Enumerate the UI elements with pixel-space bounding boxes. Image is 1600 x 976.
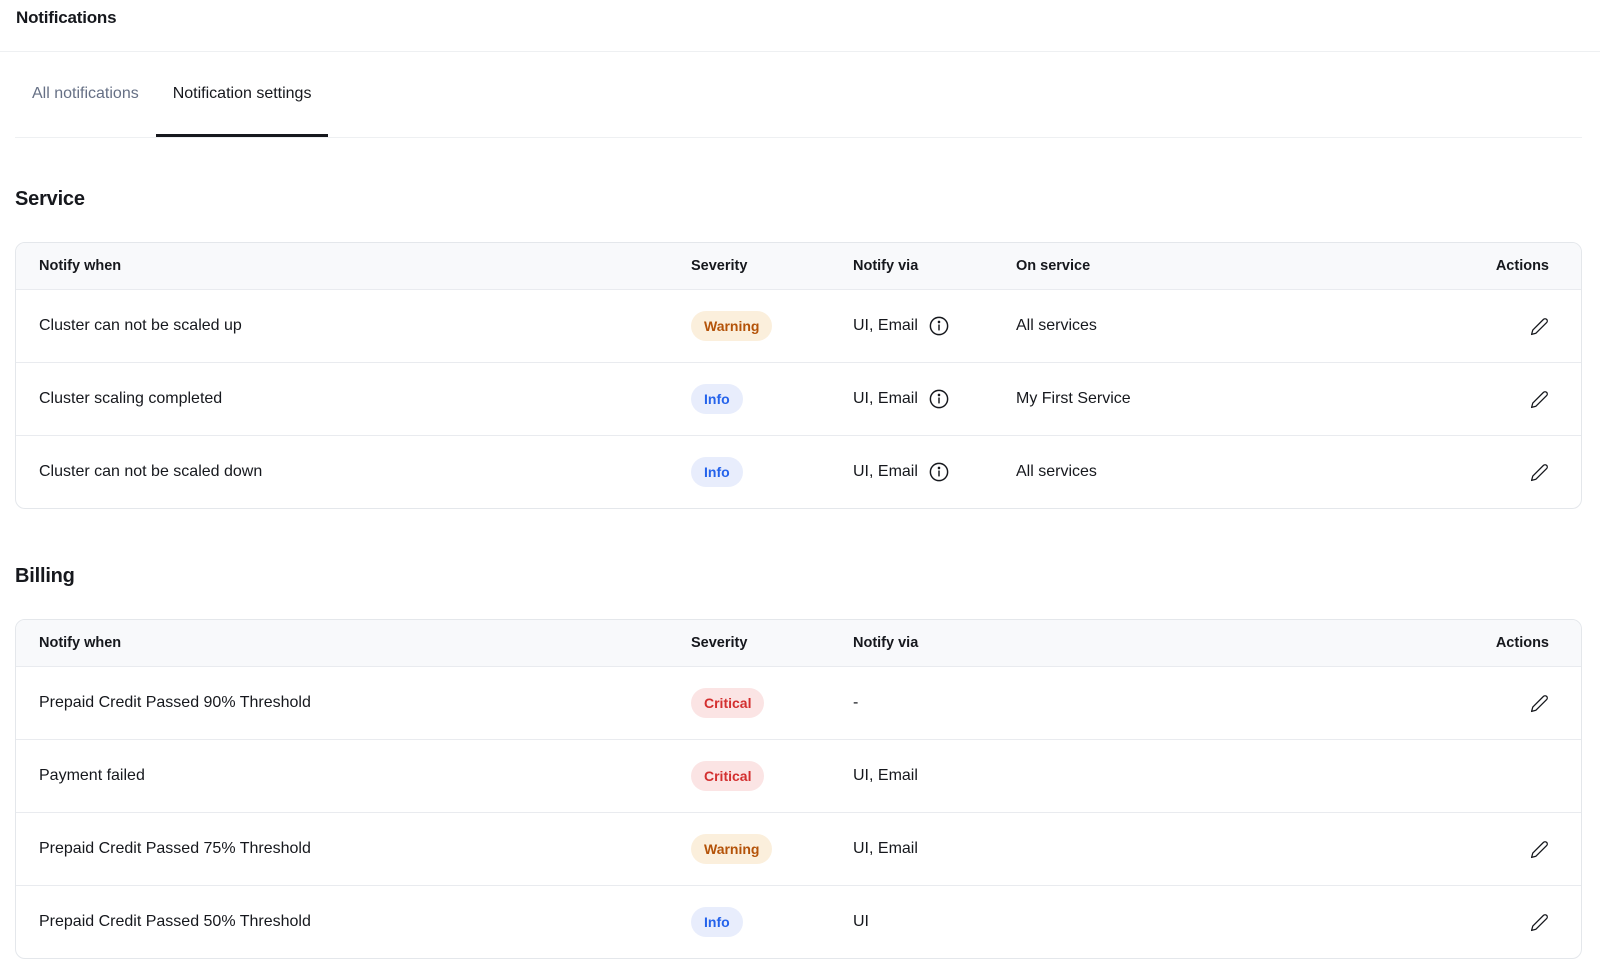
info-circle-icon — [928, 315, 950, 337]
table-row-prepaid-credit-passed-50-threshold: Prepaid Credit Passed 50% Threshold Info U… — [16, 885, 1581, 958]
pencil-icon — [1530, 317, 1549, 336]
notify-via-info-button[interactable] — [928, 388, 950, 410]
edit-notification-button[interactable] — [1530, 913, 1549, 932]
tab-bar: All notificationsNotification settings — [15, 52, 1582, 138]
column-header-actions: Actions — [1431, 635, 1581, 651]
table-row-prepaid-credit-passed-90-threshold: Prepaid Credit Passed 90% Threshold Criti… — [16, 666, 1581, 739]
tab-notification-settings[interactable]: Notification settings — [156, 52, 329, 137]
notify-when-cell: Prepaid Credit Passed 75% Threshold — [39, 840, 311, 858]
notifications-page: Notifications All notificationsNotificat… — [0, 0, 1600, 959]
page-title: Notifications — [16, 7, 1600, 29]
column-header-actions: Actions — [1431, 258, 1581, 274]
notify-when-cell: Prepaid Credit Passed 90% Threshold — [39, 694, 311, 712]
notify-when-cell: Cluster can not be scaled down — [39, 463, 262, 481]
severity-badge-critical: Critical — [691, 761, 764, 791]
edit-notification-button[interactable] — [1530, 463, 1549, 482]
notify-via-info-button[interactable] — [928, 461, 950, 483]
info-circle-icon — [928, 461, 950, 483]
column-header-notify-via: Notify via — [853, 258, 1016, 274]
notify-when-cell: Cluster can not be scaled up — [39, 317, 242, 335]
table-header-row: Notify whenSeverityNotify viaOn serviceA… — [16, 243, 1581, 289]
edit-notification-button[interactable] — [1530, 840, 1549, 859]
section-service: Service Notify whenSeverityNotify viaOn s… — [15, 186, 1582, 509]
notify-via-cell: UI, Email — [853, 390, 918, 408]
pencil-icon — [1530, 694, 1549, 713]
severity-badge-warning: Warning — [691, 311, 772, 341]
section-billing: Billing Notify whenSeverityNotify viaActi… — [15, 563, 1582, 959]
table-row-cluster-scaling-completed: Cluster scaling completed Info UI, Email My… — [16, 362, 1581, 435]
column-header-on-service: On service — [1016, 258, 1431, 274]
on-service-cell: All services — [1016, 317, 1097, 335]
table-row-prepaid-credit-passed-75-threshold: Prepaid Credit Passed 75% Threshold Warni… — [16, 812, 1581, 885]
notify-via-cell: UI, Email — [853, 317, 918, 335]
table-row-cluster-can-not-be-scaled-down: Cluster can not be scaled down Info UI, Em… — [16, 435, 1581, 508]
section-heading-service: Service — [15, 186, 1582, 212]
notify-when-cell: Prepaid Credit Passed 50% Threshold — [39, 913, 311, 931]
notify-via-info-button[interactable] — [928, 315, 950, 337]
severity-badge-info: Info — [691, 457, 743, 487]
settings-sections: ServiceNotify whenSeverityNotify viaOn s… — [15, 186, 1582, 959]
billing-notifications-table: Notify whenSeverityNotify viaActionsPrep… — [15, 619, 1582, 959]
table-header-row: Notify whenSeverityNotify viaActions — [16, 620, 1581, 666]
severity-badge-critical: Critical — [691, 688, 764, 718]
edit-notification-button[interactable] — [1530, 694, 1549, 713]
notify-when-cell: Cluster scaling completed — [39, 390, 222, 408]
edit-notification-button[interactable] — [1530, 317, 1549, 336]
pencil-icon — [1530, 913, 1549, 932]
notify-via-cell: UI, Email — [853, 463, 918, 481]
tab-all-notifications[interactable]: All notifications — [15, 52, 156, 137]
service-notifications-table: Notify whenSeverityNotify viaOn serviceA… — [15, 242, 1582, 509]
section-heading-billing: Billing — [15, 563, 1582, 589]
pencil-icon — [1530, 390, 1549, 409]
notify-via-cell: UI, Email — [853, 840, 918, 858]
notify-via-cell: UI, Email — [853, 767, 918, 785]
notify-when-cell: Payment failed — [39, 767, 145, 785]
table-row-payment-failed: Payment failed Critical UI, Email — [16, 739, 1581, 812]
content: All notificationsNotification settings S… — [0, 52, 1582, 959]
page-header: Notifications — [0, 0, 1600, 52]
severity-badge-info: Info — [691, 907, 743, 937]
notify-via-cell: - — [853, 694, 858, 712]
edit-notification-button[interactable] — [1530, 390, 1549, 409]
severity-badge-info: Info — [691, 384, 743, 414]
column-header-severity: Severity — [691, 258, 853, 274]
on-service-cell: All services — [1016, 463, 1097, 481]
on-service-cell: My First Service — [1016, 390, 1131, 408]
column-header-notify-when: Notify when — [16, 635, 691, 651]
column-header-notify-via: Notify via — [853, 635, 1431, 651]
notify-via-cell: UI — [853, 913, 869, 931]
severity-badge-warning: Warning — [691, 834, 772, 864]
column-header-notify-when: Notify when — [16, 258, 691, 274]
pencil-icon — [1530, 840, 1549, 859]
pencil-icon — [1530, 463, 1549, 482]
table-row-cluster-can-not-be-scaled-up: Cluster can not be scaled up Warning UI, E… — [16, 289, 1581, 362]
column-header-severity: Severity — [691, 635, 853, 651]
info-circle-icon — [928, 388, 950, 410]
